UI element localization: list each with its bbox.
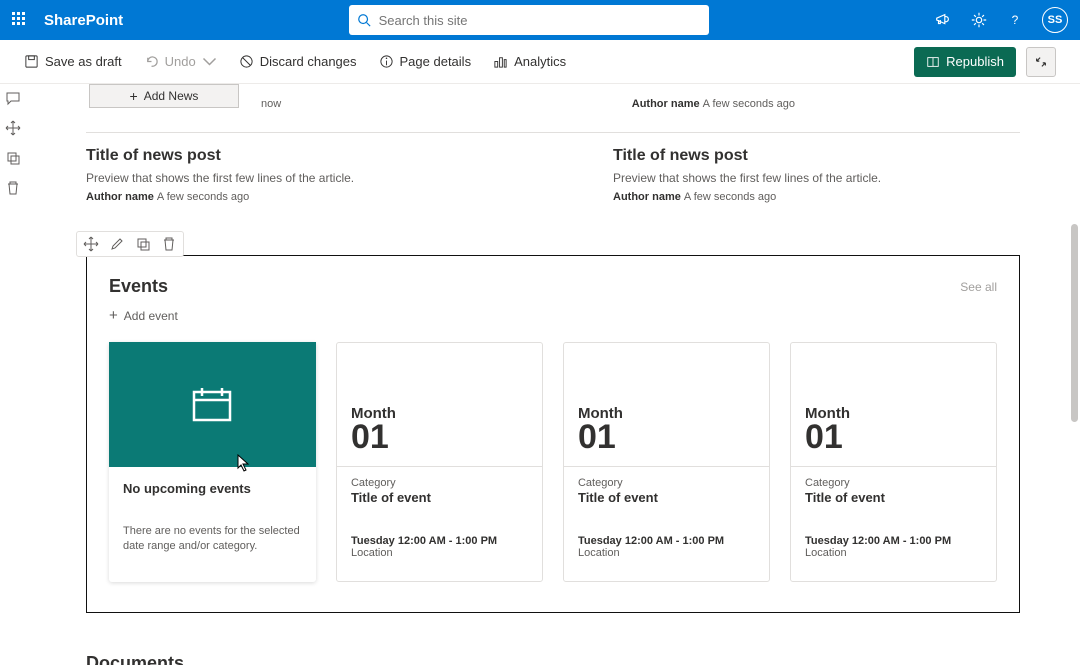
search-box[interactable] xyxy=(349,5,709,35)
republish-button[interactable]: Republish xyxy=(914,47,1016,77)
news-post[interactable]: Title of news post Preview that shows th… xyxy=(86,147,493,203)
event-card[interactable]: Month 01 Category Title of event Tuesday… xyxy=(563,342,770,582)
comment-icon[interactable] xyxy=(5,90,21,106)
svg-text:?: ? xyxy=(1012,13,1019,27)
search-icon xyxy=(357,13,371,27)
event-location: Location xyxy=(805,547,982,559)
page-details-label: Page details xyxy=(400,54,472,69)
page-canvas: + Add News now Author name A few seconds… xyxy=(26,84,1080,665)
brand-label: SharePoint xyxy=(44,12,123,29)
chevron-down-icon xyxy=(202,54,217,69)
news-title: Title of news post xyxy=(86,147,493,165)
add-event-label: Add event xyxy=(124,309,178,323)
news-title: Title of news post xyxy=(613,147,1020,165)
undo-button: Undo xyxy=(144,54,217,69)
event-location: Location xyxy=(578,547,755,559)
event-empty-card[interactable]: No upcoming events There are no events f… xyxy=(109,342,316,582)
news-meta: Author name A few seconds ago xyxy=(613,191,1020,203)
event-card[interactable]: Month 01 Category Title of event Tuesday… xyxy=(790,342,997,582)
events-title: Events xyxy=(109,276,168,297)
edit-icon[interactable] xyxy=(109,236,125,252)
cursor-icon xyxy=(237,454,251,472)
save-as-draft-button[interactable]: Save as draft xyxy=(24,54,122,69)
event-card[interactable]: Month 01 Category Title of event Tuesday… xyxy=(336,342,543,582)
analytics-label: Analytics xyxy=(514,54,566,69)
event-category: Category xyxy=(805,477,982,489)
no-events-text: There are no events for the selected dat… xyxy=(123,524,302,555)
undo-label: Undo xyxy=(165,54,196,69)
analytics-button[interactable]: Analytics xyxy=(493,54,566,69)
delete-icon[interactable] xyxy=(161,236,177,252)
discard-label: Discard changes xyxy=(260,54,357,69)
event-day: 01 xyxy=(578,420,755,454)
news-meta-top-right: Author name A few seconds ago xyxy=(632,98,795,110)
event-title: Title of event xyxy=(578,490,755,505)
see-all-link[interactable]: See all xyxy=(960,280,997,294)
add-news-button[interactable]: + Add News xyxy=(89,84,239,108)
move-icon[interactable] xyxy=(5,120,21,136)
news-time-now: now xyxy=(261,98,281,110)
news-preview: Preview that shows the first few lines o… xyxy=(613,171,1020,185)
collapse-icon[interactable] xyxy=(1026,47,1056,77)
add-event-button[interactable]: + Add event xyxy=(109,307,997,324)
events-webpart[interactable]: Events See all + Add event xyxy=(86,255,1020,613)
event-time: Tuesday 12:00 AM - 1:00 PM xyxy=(351,535,528,547)
event-title: Title of event xyxy=(351,490,528,505)
help-icon[interactable]: ? xyxy=(1006,11,1024,29)
event-day: 01 xyxy=(351,420,528,454)
divider xyxy=(86,132,1020,133)
event-location: Location xyxy=(351,547,528,559)
documents-title: Documents xyxy=(86,653,1020,665)
search-input[interactable] xyxy=(379,13,701,28)
event-category: Category xyxy=(351,477,528,489)
move-icon[interactable] xyxy=(83,236,99,252)
user-avatar[interactable]: SS xyxy=(1042,7,1068,33)
event-day: 01 xyxy=(805,420,982,454)
news-meta: Author name A few seconds ago xyxy=(86,191,493,203)
event-time: Tuesday 12:00 AM - 1:00 PM xyxy=(578,535,755,547)
side-toolbar xyxy=(0,84,26,196)
command-bar: Save as draft Undo Discard changes Page … xyxy=(0,40,1080,84)
discard-changes-button[interactable]: Discard changes xyxy=(239,54,357,69)
event-category: Category xyxy=(578,477,755,489)
save-as-draft-label: Save as draft xyxy=(45,54,122,69)
scrollbar-thumb[interactable] xyxy=(1071,224,1078,422)
add-news-label: Add News xyxy=(144,89,199,103)
news-preview: Preview that shows the first few lines o… xyxy=(86,171,493,185)
calendar-icon xyxy=(190,384,234,424)
event-title: Title of event xyxy=(805,490,982,505)
gear-icon[interactable] xyxy=(970,11,988,29)
duplicate-icon[interactable] xyxy=(135,236,151,252)
page-details-button[interactable]: Page details xyxy=(379,54,472,69)
no-events-title: No upcoming events xyxy=(123,481,302,496)
delete-section-icon[interactable] xyxy=(5,180,21,196)
suite-header: SharePoint ? SS xyxy=(0,0,1080,40)
webpart-toolbar xyxy=(76,231,184,257)
event-time: Tuesday 12:00 AM - 1:00 PM xyxy=(805,535,982,547)
megaphone-icon[interactable] xyxy=(934,11,952,29)
app-launcher-icon[interactable] xyxy=(12,12,28,28)
republish-label: Republish xyxy=(946,54,1004,69)
news-post[interactable]: Title of news post Preview that shows th… xyxy=(613,147,1020,203)
copy-section-icon[interactable] xyxy=(5,150,21,166)
